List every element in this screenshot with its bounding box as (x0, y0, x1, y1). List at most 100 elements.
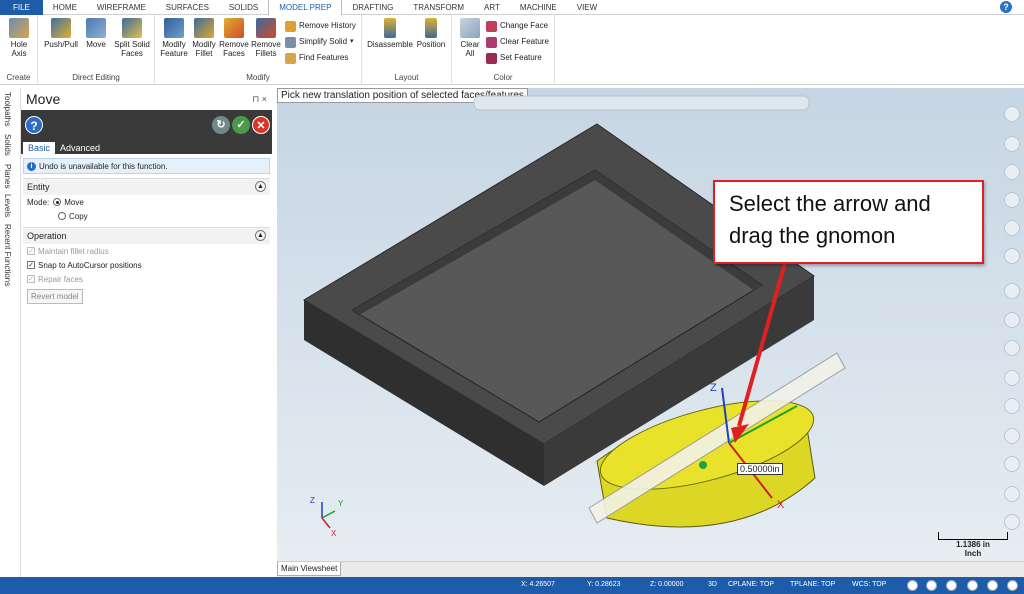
repair-row: ✓ Repair faces (23, 272, 270, 286)
hole-axis-icon (9, 18, 29, 38)
side-tab-planes[interactable]: Planes (3, 164, 12, 188)
revert-model-button[interactable]: Revert model (27, 289, 83, 304)
shading-icon[interactable] (967, 580, 978, 591)
tab-transform[interactable]: TRANSFORM (403, 0, 474, 15)
view-tool-icon[interactable] (1004, 514, 1020, 530)
gnomon-origin[interactable] (699, 461, 707, 469)
tab-art[interactable]: ART (474, 0, 510, 15)
move-button[interactable]: Move (82, 18, 110, 49)
clear-all-button[interactable]: Clear All (456, 18, 484, 58)
repair-checkbox[interactable]: ✓ (27, 275, 35, 283)
undo-info-banner: i Undo is unavailable for this function. (23, 158, 270, 174)
collapse-icon[interactable]: ▲ (255, 181, 266, 192)
ok-icon[interactable]: ✓ (232, 116, 250, 134)
remove-fillets-icon (256, 18, 276, 38)
group-modify: Modify Feature Modify Fillet Remove Face… (155, 15, 362, 85)
tab-wireframe[interactable]: WIREFRAME (87, 0, 156, 15)
operation-header[interactable]: Operation ▲ (23, 228, 270, 244)
view-tool-icon[interactable] (1004, 456, 1020, 472)
tab-drafting[interactable]: DRAFTING (342, 0, 403, 15)
view-tool-icon[interactable] (1004, 340, 1020, 356)
globe-icon[interactable] (926, 580, 937, 591)
tab-view[interactable]: VIEW (567, 0, 607, 15)
shading-icon[interactable] (1007, 580, 1018, 591)
status-tplane[interactable]: TPLANE: TOP (790, 581, 835, 588)
remove-fillets-button[interactable]: Remove Fillets (251, 18, 281, 58)
modify-feature-button[interactable]: Modify Feature (159, 18, 189, 58)
view-tool-icon[interactable] (1004, 248, 1020, 264)
modify-fillet-button[interactable]: Modify Fillet (190, 18, 218, 58)
collapse-icon[interactable]: ▲ (255, 230, 266, 241)
push-pull-icon (51, 18, 71, 38)
instruction-callout: Select the arrow and drag the gnomon (713, 180, 984, 264)
view-tool-icon[interactable] (1004, 486, 1020, 502)
split-solid-faces-button[interactable]: Split Solid Faces (112, 18, 152, 58)
tab-main-viewsheet[interactable]: Main Viewsheet (277, 562, 342, 576)
find-features-button[interactable]: Find Features (285, 51, 348, 65)
status-3d[interactable]: 3D (708, 581, 717, 588)
view-tool-icon[interactable] (1004, 370, 1020, 386)
snap-row: ✓ Snap to AutoCursor positions (23, 258, 270, 272)
view-tool-icon[interactable] (1004, 428, 1020, 444)
tab-basic[interactable]: Basic (23, 142, 56, 154)
tab-solids[interactable]: SOLIDS (219, 0, 268, 15)
mode-copy-radio[interactable] (58, 212, 66, 220)
shading-icon[interactable] (987, 580, 998, 591)
side-tab-levels[interactable]: Levels (3, 194, 12, 217)
chevron-down-icon[interactable]: ▾ (350, 35, 354, 49)
tab-surfaces[interactable]: SURFACES (156, 0, 219, 15)
group-create: Hole Axis Create (0, 15, 38, 85)
side-tab-recent-functions[interactable]: Recent Functions (3, 224, 12, 286)
maintain-fillet-checkbox[interactable]: ✓ (27, 247, 35, 255)
view-tool-icon[interactable] (1004, 220, 1020, 236)
side-tab-toolpaths[interactable]: Toolpaths (3, 92, 12, 126)
cancel-icon[interactable]: ✕ (252, 116, 270, 134)
help-icon[interactable]: ? (25, 116, 43, 134)
view-tool-icon[interactable] (1004, 106, 1020, 122)
tab-file[interactable]: FILE (0, 0, 43, 15)
group-label: Direct Editing (72, 73, 120, 82)
panel-title: Move (26, 91, 61, 107)
remove-history-icon (285, 20, 296, 32)
status-cplane[interactable]: CPLANE: TOP (728, 581, 774, 588)
model-canvas[interactable]: Z X Z Y X (277, 88, 1024, 561)
apply-icon[interactable]: ↻ (212, 116, 230, 134)
view-tool-icon[interactable] (1004, 312, 1020, 328)
clear-feature-button[interactable]: Clear Feature (486, 35, 549, 49)
status-wcs[interactable]: WCS: TOP (852, 581, 886, 588)
tab-machine[interactable]: MACHINE (510, 0, 567, 15)
view-tool-icon[interactable] (1004, 136, 1020, 152)
move-icon (86, 18, 106, 38)
tab-home[interactable]: HOME (43, 0, 87, 15)
panel-header: Move ⊓ × (21, 88, 272, 110)
snap-checkbox[interactable]: ✓ (27, 261, 35, 269)
change-face-button[interactable]: Change Face (486, 19, 548, 33)
dimension-label: 0.50000in (737, 463, 783, 475)
side-tab-solids[interactable]: Solids (3, 134, 12, 156)
remove-faces-button[interactable]: Remove Faces (219, 18, 249, 58)
graphics-viewport[interactable]: Pick new translation position of selecte… (277, 88, 1024, 561)
view-tool-icon[interactable] (1004, 192, 1020, 208)
disassemble-button[interactable]: Disassemble (366, 18, 414, 49)
globe-icon[interactable] (907, 580, 918, 591)
globe-icon[interactable] (946, 580, 957, 591)
simplify-solid-button[interactable]: Simplify Solid ▾ (285, 35, 354, 49)
scale-bar: 1.1386 in Inch (938, 532, 1008, 558)
tab-model-prep[interactable]: MODEL PREP (268, 0, 343, 15)
move-panel: Move ⊓ × ? ↻ ✓ ✕ Basic Advanced i Undo i… (21, 88, 272, 577)
entity-header[interactable]: Entity ▲ (23, 179, 270, 195)
tab-advanced[interactable]: Advanced (55, 142, 105, 154)
view-tool-icon[interactable] (1004, 398, 1020, 414)
hole-axis-button[interactable]: Hole Axis (4, 18, 34, 58)
help-icon[interactable]: ? (1000, 1, 1012, 13)
view-tool-icon[interactable] (1004, 164, 1020, 180)
pin-close-icons[interactable]: ⊓ × (252, 94, 267, 105)
status-x: X: 4.26507 (521, 581, 555, 588)
quick-view-toolbar[interactable] (473, 95, 810, 111)
view-tool-icon[interactable] (1004, 283, 1020, 299)
remove-history-button[interactable]: Remove History (285, 19, 356, 33)
set-feature-button[interactable]: Set Feature (486, 51, 542, 65)
position-button[interactable]: Position (414, 18, 448, 49)
mode-move-radio[interactable] (53, 198, 62, 206)
push-pull-button[interactable]: Push/Pull (42, 18, 80, 49)
